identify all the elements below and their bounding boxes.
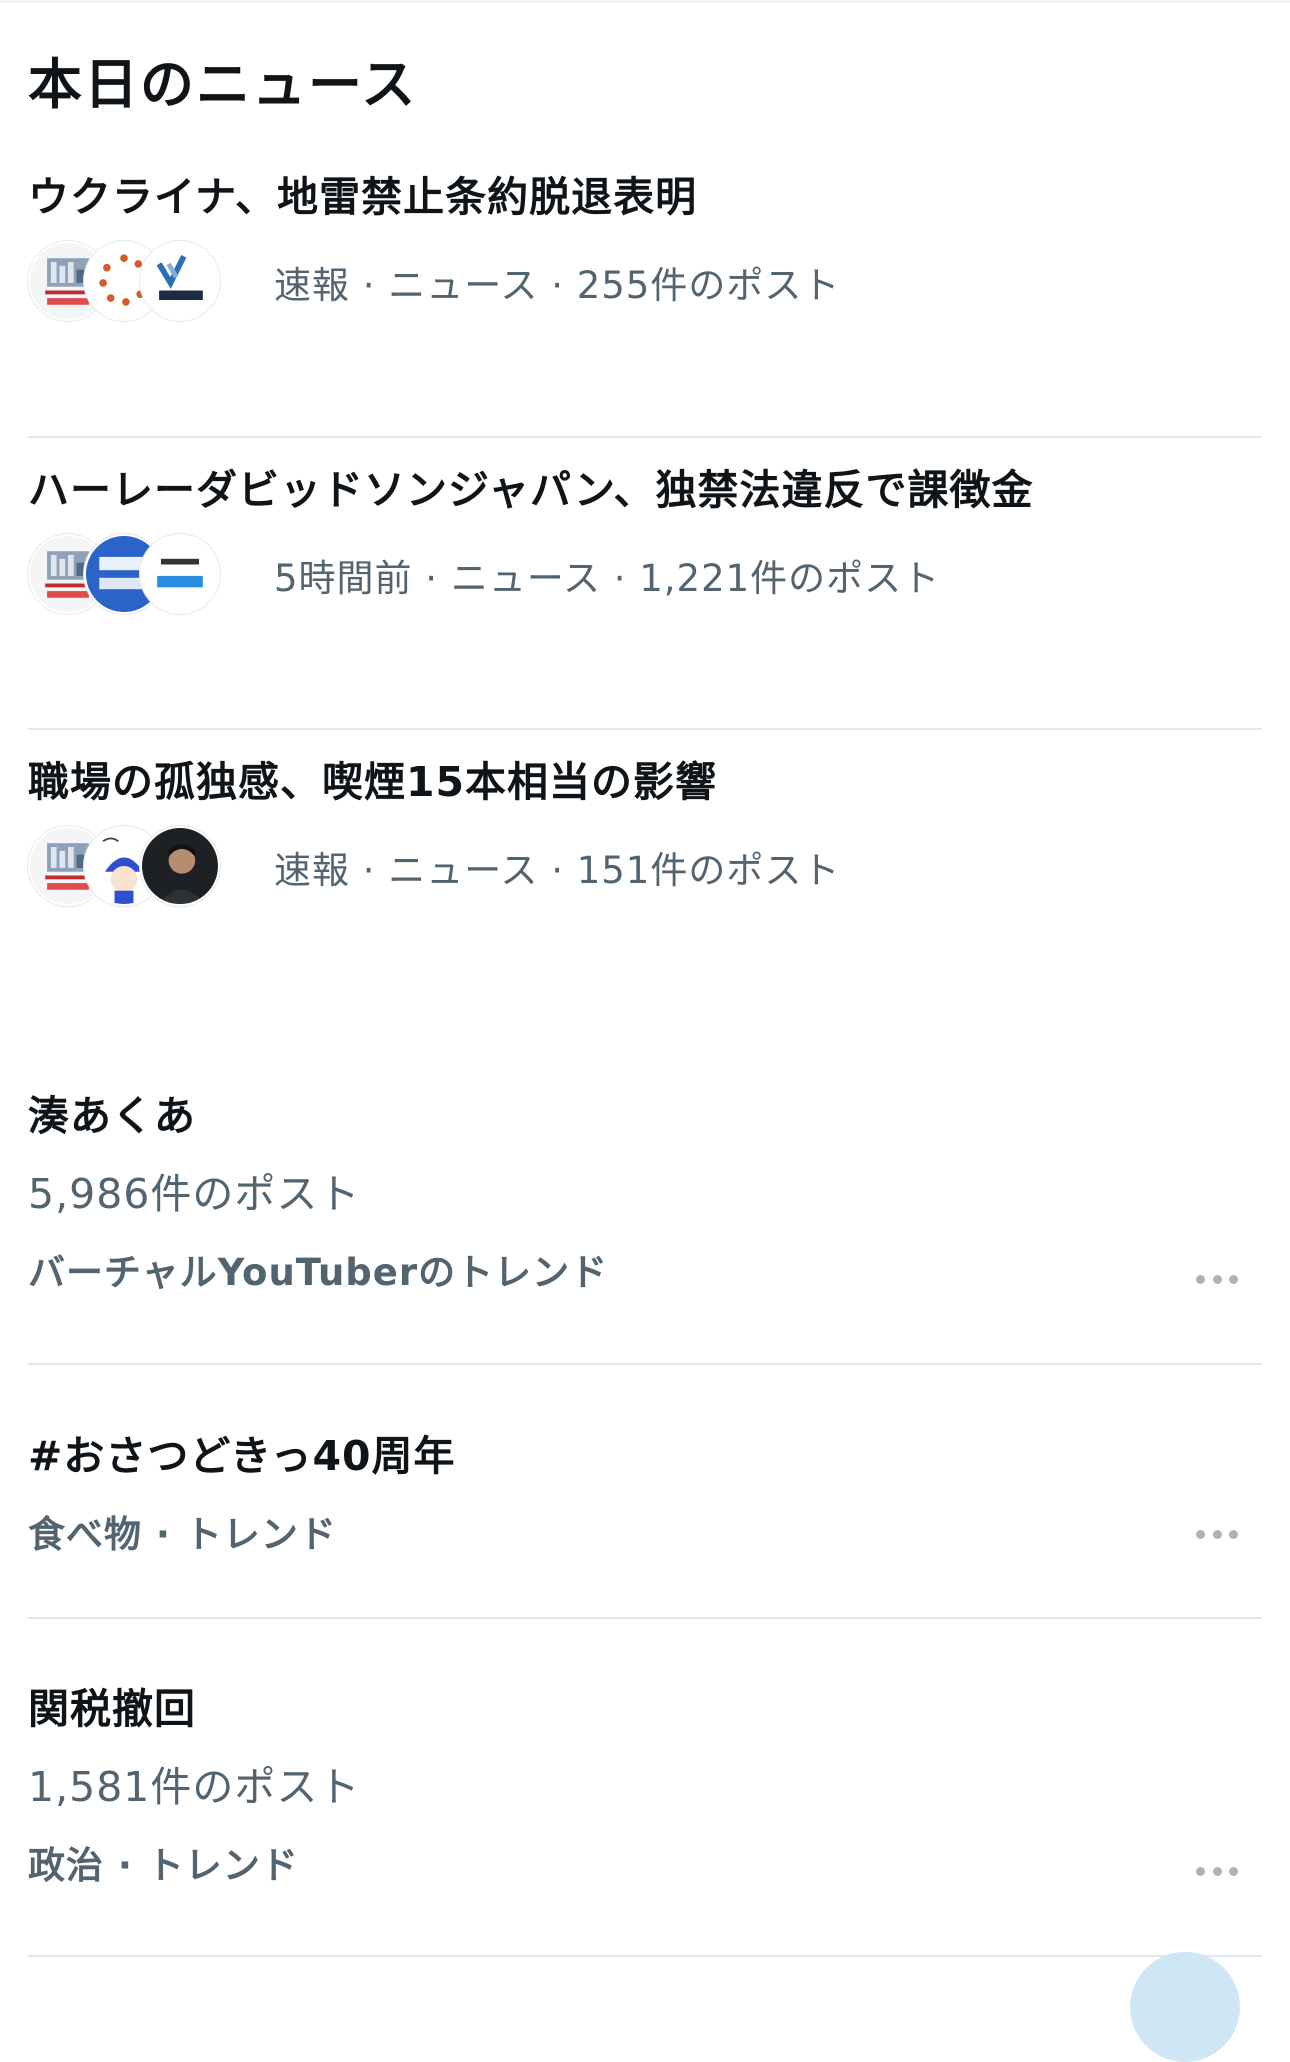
section-title: 本日のニュース — [28, 53, 418, 116]
floating-action-button[interactable] — [1130, 1952, 1240, 2062]
news-headline: 職場の孤独感、喫煙15本相当の影響 — [28, 758, 718, 806]
news-meta: 速報 · ニュース · 151件のポスト — [274, 849, 841, 892]
trend-title: 関税撤回 — [28, 1685, 196, 1733]
news-headline: ウクライナ、地雷禁止条約脱退表明 — [28, 173, 698, 221]
news-meta-row: 速報 · ニュース · 255件のポスト — [28, 241, 839, 321]
more-dots-icon[interactable] — [1196, 1524, 1238, 1544]
divider — [28, 436, 1262, 438]
news-headline: ハーレーダビッドソンジャパン、独禁法違反で課徴金 — [28, 466, 1034, 514]
news-source-avatars — [28, 534, 220, 614]
news-source-avatars — [28, 241, 220, 321]
divider — [28, 728, 1262, 730]
trend-item[interactable]: 関税撤回 1,581件のポスト 政治 · トレンド — [28, 1675, 1262, 1905]
news-source-avatars — [28, 826, 220, 906]
trend-category: バーチャルYouTuberのトレンド — [28, 1251, 609, 1294]
trend-post-count: 5,986件のポスト — [28, 1170, 361, 1218]
man-portrait-avatar-icon — [140, 826, 220, 906]
trend-title: 湊あくあ — [28, 1092, 196, 1140]
trend-item[interactable]: #おさつどきっ40周年 食べ物 · トレンド — [28, 1422, 1262, 1562]
top-divider — [0, 0, 1290, 3]
news-item[interactable]: 職場の孤独感、喫煙15本相当の影響 速報 · ニュース · 151件のポスト — [28, 748, 1262, 908]
trend-title: #おさつどきっ40周年 — [28, 1432, 456, 1480]
trend-post-count: 1,581件のポスト — [28, 1763, 361, 1811]
news-item[interactable]: ハーレーダビッドソンジャパン、独禁法違反で課徴金 5時間前 · ニュース · 1… — [28, 456, 1262, 616]
news-meta: 5時間前 · ニュース · 1,221件のポスト — [274, 557, 941, 600]
news-dotcom-logo-icon — [140, 241, 220, 321]
news-meta-row: 5時間前 · ニュース · 1,221件のポスト — [28, 534, 939, 614]
livedoor-news-logo-icon — [140, 534, 220, 614]
news-meta: 速報 · ニュース · 255件のポスト — [274, 264, 841, 307]
trend-category: 食べ物 · トレンド — [28, 1513, 337, 1556]
more-dots-icon[interactable] — [1196, 1269, 1238, 1289]
trend-item[interactable]: 湊あくあ 5,986件のポスト バーチャルYouTuberのトレンド — [28, 1082, 1262, 1312]
news-meta-row: 速報 · ニュース · 151件のポスト — [28, 826, 839, 906]
news-item[interactable]: ウクライナ、地雷禁止条約脱退表明 速報 · ニュース · 255件のポスト — [28, 163, 1262, 323]
divider — [28, 1955, 1262, 1957]
divider — [28, 1617, 1262, 1619]
divider — [28, 1363, 1262, 1365]
trend-category: 政治 · トレンド — [28, 1844, 299, 1887]
more-dots-icon[interactable] — [1196, 1861, 1238, 1881]
